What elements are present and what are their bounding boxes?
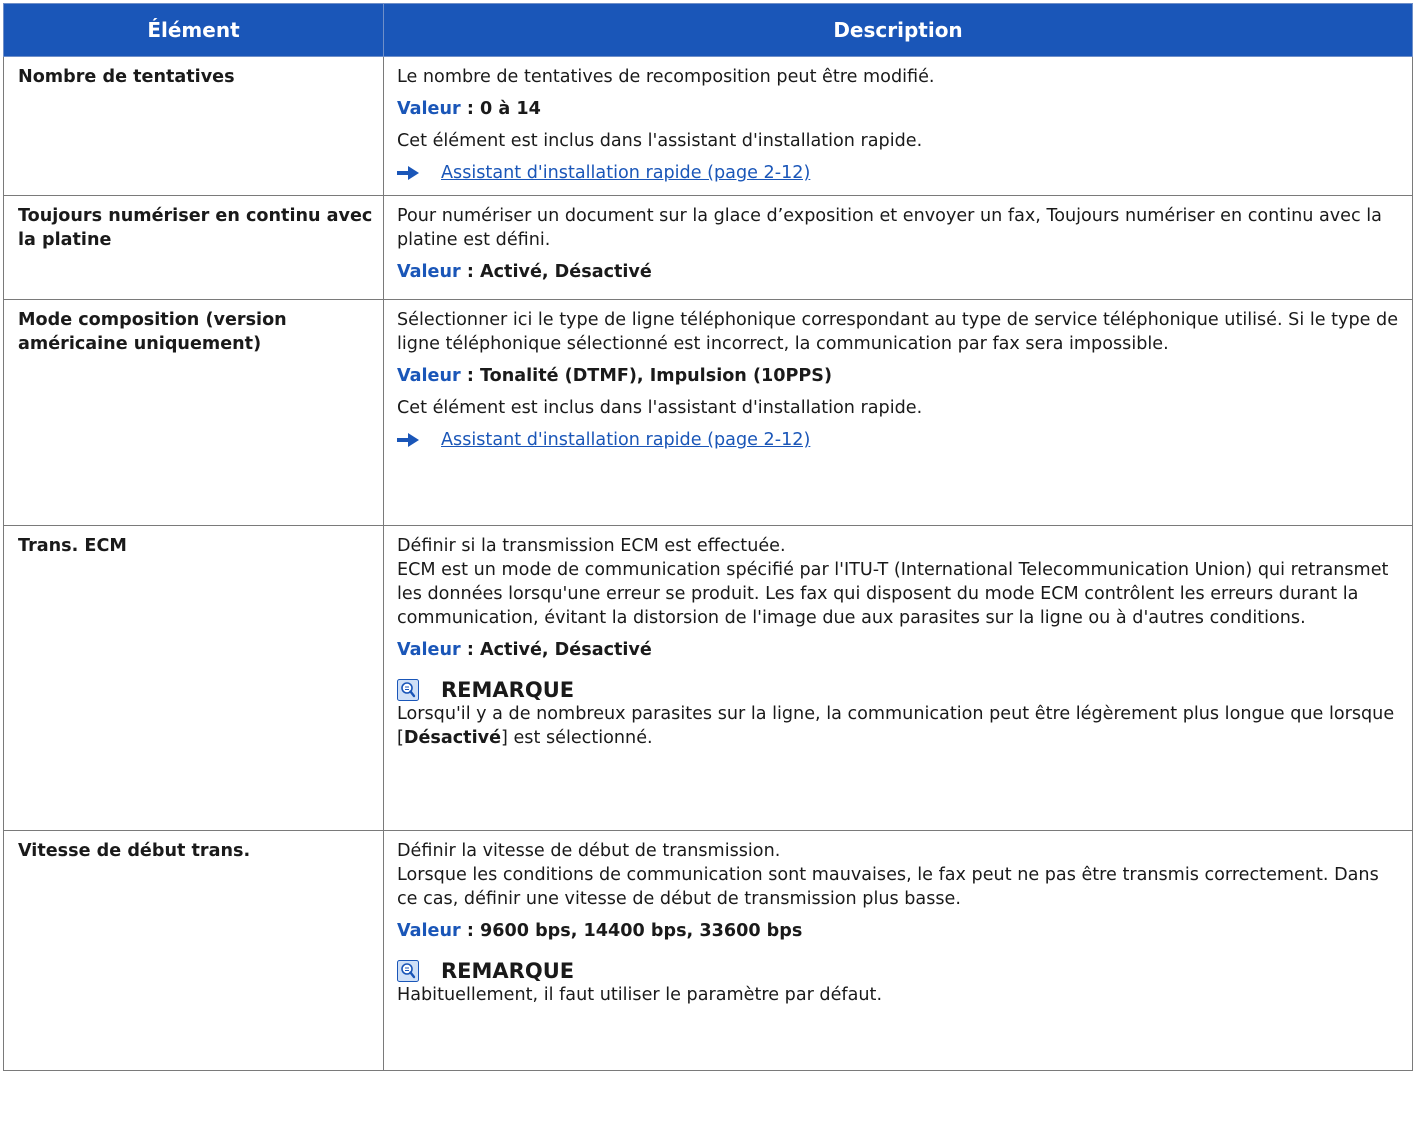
value-line: Valeur : Activé, Désactivé	[397, 638, 1400, 662]
reference-link-line: Assistant d'installation rapide (page 2-…	[397, 161, 1400, 185]
reference-link[interactable]: Assistant d'installation rapide (page 2-…	[441, 161, 810, 185]
lightbulb-note-icon	[397, 679, 419, 701]
extra-text: Cet élément est inclus dans l'assistant …	[397, 131, 923, 151]
description-detail: ECM est un mode de communication spécifi…	[397, 560, 1389, 628]
reference-link[interactable]: Assistant d'installation rapide (page 2-…	[441, 428, 810, 452]
value-text: : Activé, Désactivé	[460, 640, 652, 660]
table-row: Toujours numériser en continu avec la pl…	[3, 195, 1413, 300]
item-name: Mode composition (version américaine uni…	[3, 299, 384, 526]
column-header-description: Description	[383, 3, 1413, 57]
table-row: Vitesse de début trans. Définir la vites…	[3, 830, 1413, 1071]
item-description: Le nombre de tentatives de recomposition…	[383, 56, 1413, 196]
value-label: Valeur	[397, 921, 461, 941]
description-text: Pour numériser un document sur la glace …	[397, 206, 1382, 250]
note-title: REMARQUE	[441, 678, 575, 702]
note-text-end: ] est sélectionné.	[501, 728, 653, 748]
column-header-element: Élément	[3, 3, 384, 57]
settings-table: Élément Description Nombre de tentatives…	[3, 3, 1413, 1071]
value-label: Valeur	[397, 640, 461, 660]
table-header-row: Élément Description	[3, 3, 1413, 57]
value-text: : 0 à 14	[460, 99, 541, 119]
value-line: Valeur : Tonalité (DTMF), Impulsion (10P…	[397, 364, 1400, 388]
note-text: Lorsqu'il y a de nombreux parasites sur …	[397, 702, 1400, 750]
description-text: Sélectionner ici le type de ligne téléph…	[397, 310, 1399, 354]
value-line: Valeur : 0 à 14	[397, 97, 1400, 121]
note-header: REMARQUE	[397, 959, 1400, 983]
item-name: Vitesse de début trans.	[3, 830, 384, 1071]
value-label: Valeur	[397, 262, 461, 282]
note-title: REMARQUE	[441, 959, 575, 983]
reference-link-line: Assistant d'installation rapide (page 2-…	[397, 428, 1400, 452]
item-description: Définir si la transmission ECM est effec…	[383, 525, 1413, 831]
arrow-right-icon	[397, 433, 419, 447]
item-name: Nombre de tentatives	[3, 56, 384, 196]
description-text: Définir la vitesse de début de transmiss…	[397, 841, 781, 861]
item-name: Trans. ECM	[3, 525, 384, 831]
lightbulb-note-icon	[397, 960, 419, 982]
table-row: Nombre de tentatives Le nombre de tentat…	[3, 56, 1413, 196]
item-description: Sélectionner ici le type de ligne téléph…	[383, 299, 1413, 526]
table-row: Mode composition (version américaine uni…	[3, 299, 1413, 526]
value-text: : 9600 bps, 14400 bps, 33600 bps	[460, 921, 803, 941]
item-name: Toujours numériser en continu avec la pl…	[3, 195, 384, 300]
document-page: Élément Description Nombre de tentatives…	[0, 0, 1416, 1139]
description-text: Définir si la transmission ECM est effec…	[397, 536, 786, 556]
value-text: : Tonalité (DTMF), Impulsion (10PPS)	[460, 366, 832, 386]
item-description: Définir la vitesse de début de transmiss…	[383, 830, 1413, 1071]
extra-text: Cet élément est inclus dans l'assistant …	[397, 398, 923, 418]
note-text: Habituellement, il faut utiliser le para…	[397, 985, 883, 1005]
table-row: Trans. ECM Définir si la transmission EC…	[3, 525, 1413, 831]
arrow-right-icon	[397, 166, 419, 180]
item-description: Pour numériser un document sur la glace …	[383, 195, 1413, 300]
description-text: Le nombre de tentatives de recomposition…	[397, 67, 935, 87]
note-text-bold: Désactivé	[403, 728, 502, 748]
note-header: REMARQUE	[397, 678, 1400, 702]
description-detail: Lorsque les conditions de communication …	[397, 865, 1379, 909]
value-label: Valeur	[397, 99, 461, 119]
value-label: Valeur	[397, 366, 461, 386]
value-line: Valeur : 9600 bps, 14400 bps, 33600 bps	[397, 919, 1400, 943]
value-line: Valeur : Activé, Désactivé	[397, 260, 1400, 284]
value-text: : Activé, Désactivé	[460, 262, 652, 282]
